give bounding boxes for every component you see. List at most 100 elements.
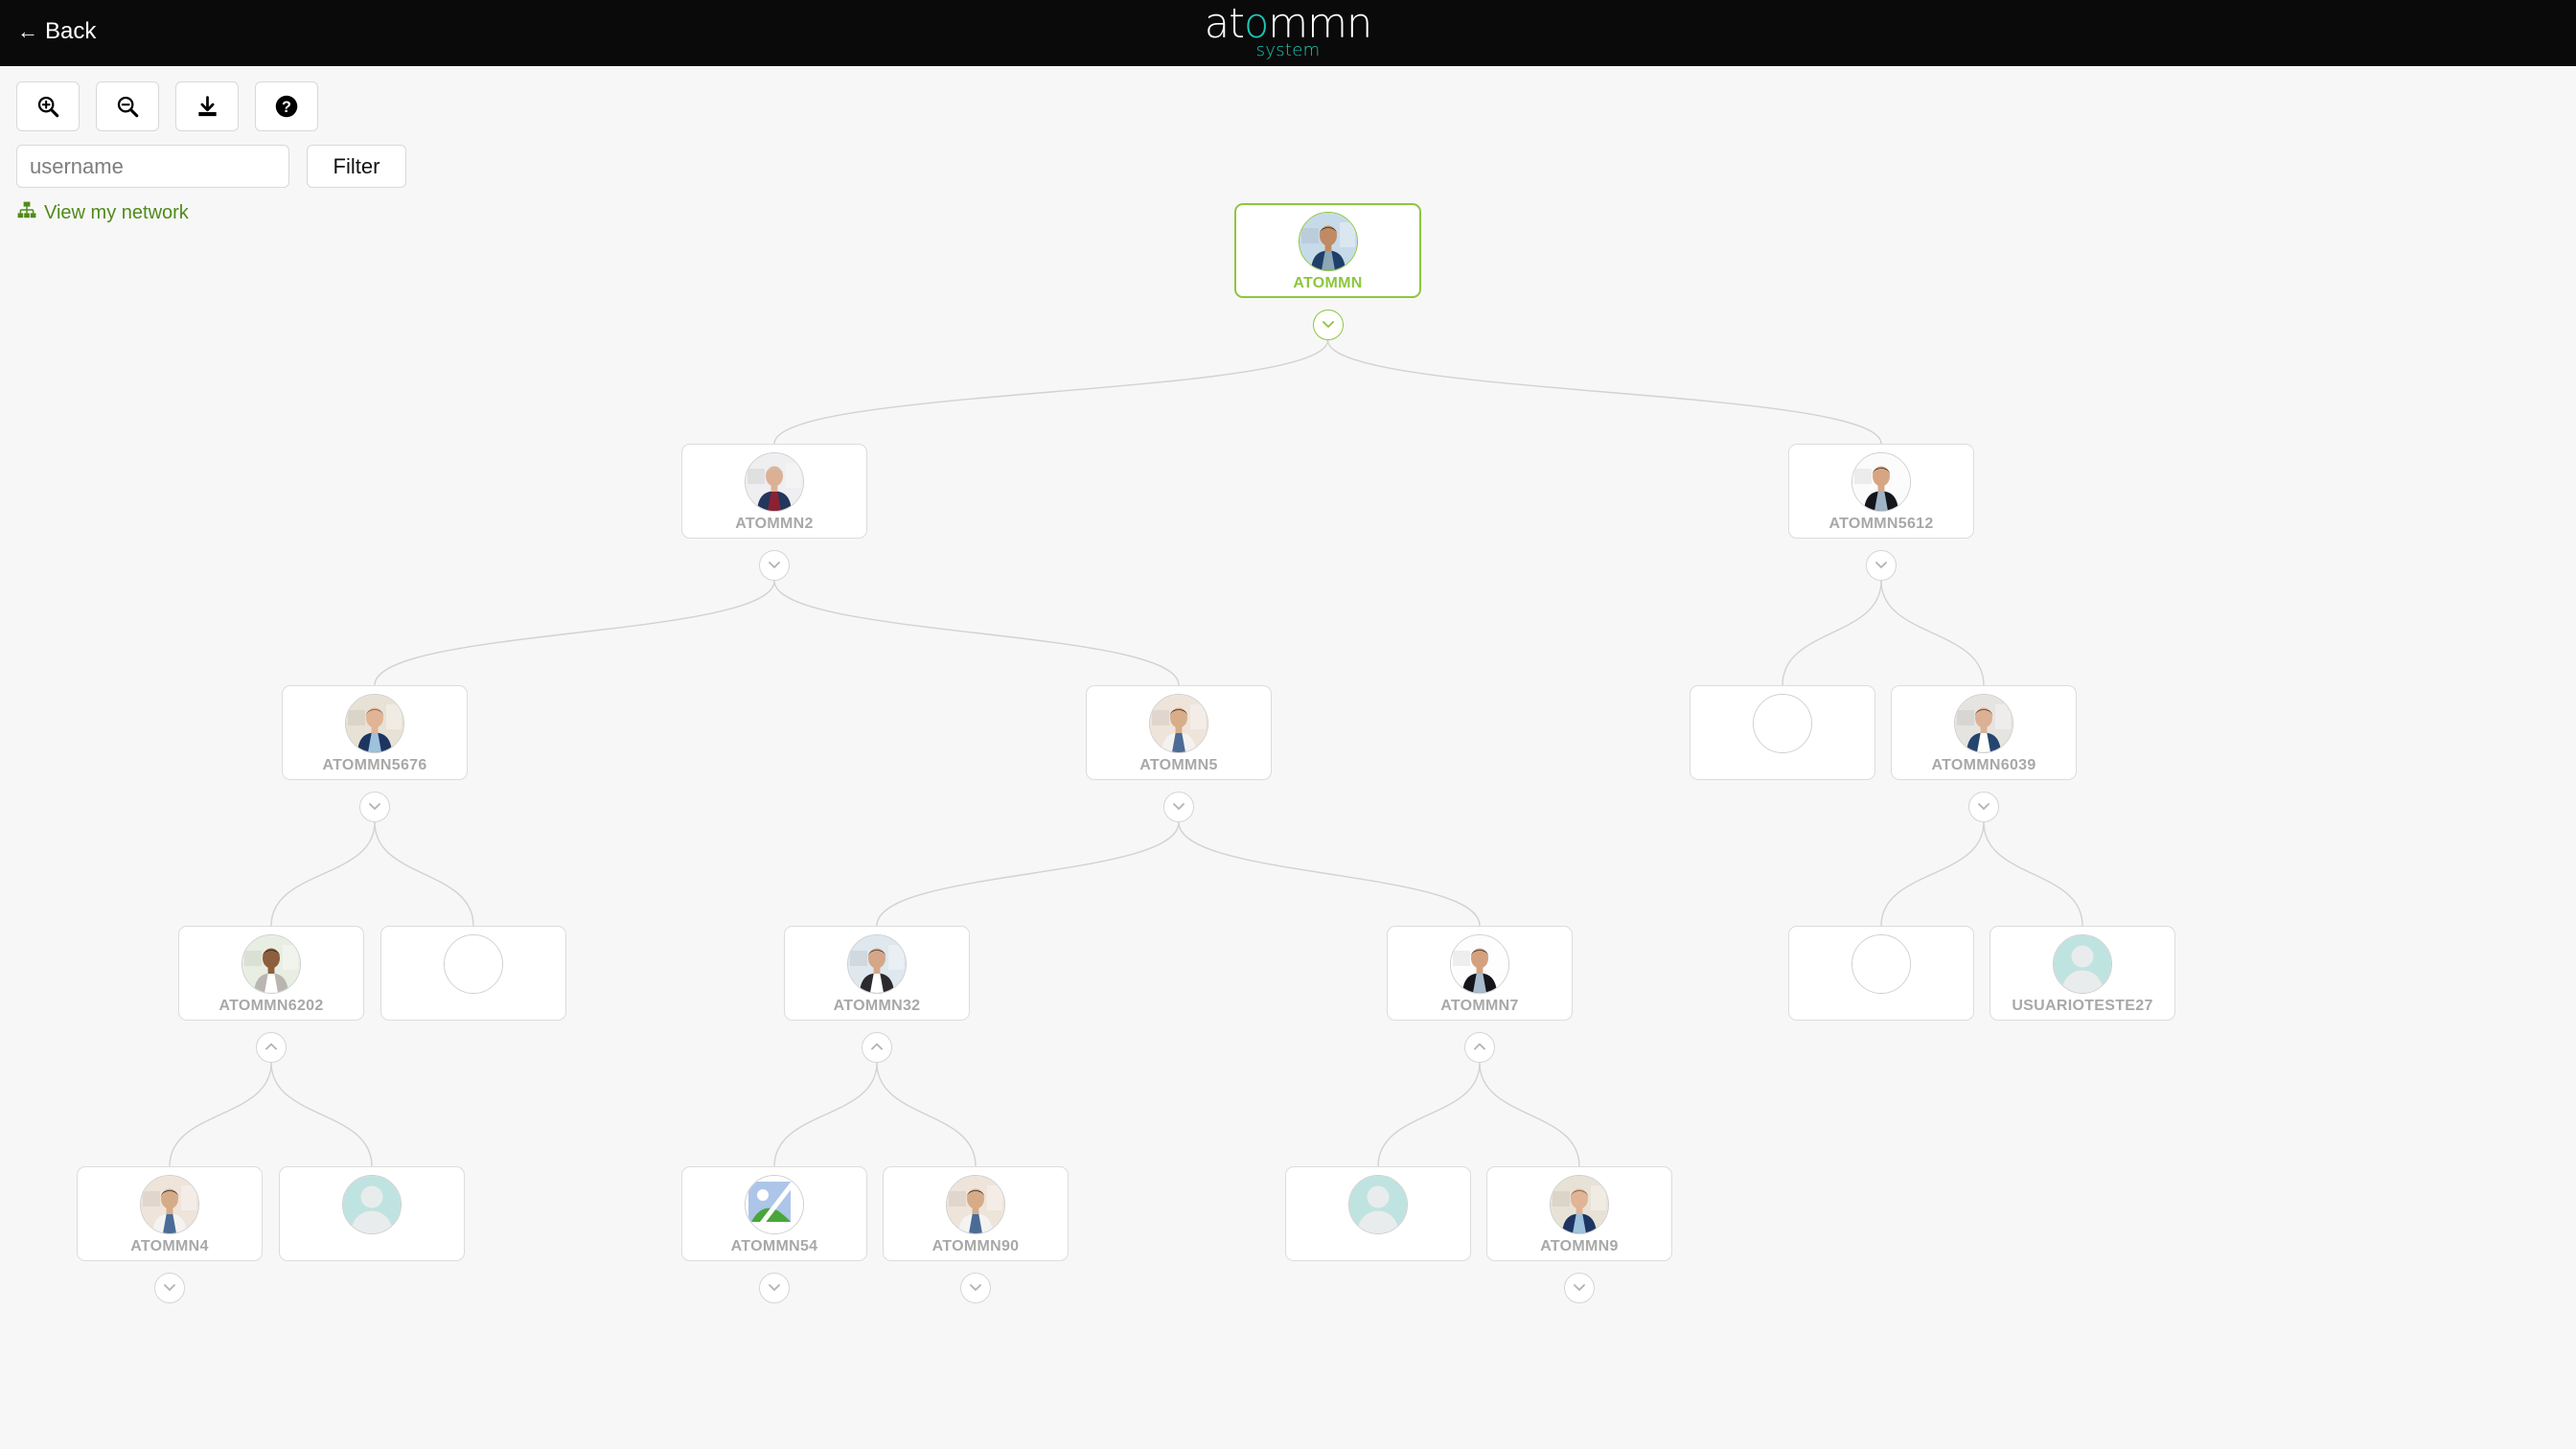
avatar [444,934,503,994]
back-button[interactable]: ← Back [17,18,96,45]
photo-man-gray-suit-image [746,453,803,511]
zoom-in-icon [35,94,60,119]
tree-node-atommn5612[interactable]: ATOMMN5612 [1788,444,1974,539]
zoom-in-button[interactable] [16,81,80,131]
tree-node-label: ATOMMN90 [932,1238,1020,1254]
expand-toggle[interactable] [1564,1273,1595,1303]
tree-node-atommn7[interactable]: ATOMMN7 [1387,926,1573,1021]
photo-team-meeting-image [1955,695,2012,752]
tree-node-empty[interactable] [1690,685,1875,780]
chevron-down-icon [1570,1278,1589,1298]
tree-node-empty[interactable] [380,926,566,1021]
back-label: Back [45,18,97,44]
tree-node-atommn2[interactable]: ATOMMN2 [681,444,867,539]
tree-node-empty[interactable] [1788,926,1974,1021]
app-logo: atommn system [1205,4,1373,59]
tree-connector [1880,821,1985,927]
avatar [1954,694,2013,753]
chevron-down-icon [1319,315,1338,334]
tree-connector [1880,580,1985,686]
avatar [345,694,404,753]
download-button[interactable] [175,81,239,131]
placeholder-person-image [2054,935,2111,993]
expand-toggle[interactable] [960,1273,991,1303]
avatar [847,934,907,994]
tree-node-label: ATOMMN6202 [218,998,324,1014]
tree-connector [169,1062,272,1167]
photo-women-shop-image [141,1176,198,1233]
photo-man-black-suit-image [1451,935,1508,993]
tree-node-atommn32[interactable]: ATOMMN32 [784,926,970,1021]
tree-connector [773,580,1180,686]
expand-toggle[interactable] [359,792,390,822]
username-search-input[interactable] [16,145,289,188]
avatar [1852,934,1911,994]
tree-node-atommn90[interactable]: ATOMMN90 [883,1166,1069,1261]
filter-button[interactable]: Filter [307,145,406,188]
photo-man-office-image [1551,1176,1608,1233]
tree-node-empty[interactable] [1285,1166,1471,1261]
avatar [946,1175,1005,1234]
tree-node-usuarioteste27[interactable]: USUARIOTESTE27 [1990,926,2175,1021]
top-bar: ← Back atommn system [0,0,2576,66]
expand-toggle[interactable] [759,550,790,581]
tree-node-atommn4[interactable]: ATOMMN4 [77,1166,263,1261]
zoom-out-button[interactable] [96,81,159,131]
expand-toggle[interactable] [1866,550,1897,581]
tree-node-atommn5[interactable]: ATOMMN5 [1086,685,1272,780]
chevron-up-icon [1470,1038,1489,1057]
tree-node-label: ATOMMN54 [730,1238,818,1254]
expand-toggle[interactable] [1968,792,1999,822]
tree-node-label: USUARIOTESTE27 [2012,998,2153,1014]
expand-toggle[interactable] [1163,792,1194,822]
chevron-down-icon [765,1278,784,1298]
chevron-down-icon [765,556,784,575]
avatar [342,1175,402,1234]
tree-node-atommn6202[interactable]: ATOMMN6202 [178,926,364,1021]
tree-node-atommn9[interactable]: ATOMMN9 [1486,1166,1672,1261]
tree-node-atommn6039[interactable]: ATOMMN6039 [1891,685,2077,780]
avatar [745,452,804,512]
back-arrow-icon: ← [17,19,38,43]
expand-toggle[interactable] [759,1273,790,1303]
view-my-network-link[interactable]: View my network [0,188,189,224]
avatar [1753,694,1812,753]
view-my-network-label: View my network [44,201,189,223]
tree-node-label: ATOMMN5612 [1828,516,1934,532]
collapse-toggle[interactable] [1464,1032,1495,1063]
chevron-up-icon [262,1038,281,1057]
tree-node-atommn5676[interactable]: ATOMMN5676 [282,685,468,780]
tree-node-label: ATOMMN9 [1540,1238,1619,1254]
tree-connector [1479,1062,1580,1167]
photo-man-beard-suit-image [1299,213,1357,270]
tree-node-atommn54[interactable]: ATOMMN54 [681,1166,867,1261]
tree-connector [876,821,1180,927]
broken-image-image [746,1176,803,1233]
collapse-toggle[interactable] [862,1032,892,1063]
avatar [2053,934,2112,994]
expand-toggle[interactable] [1312,310,1344,340]
tree-node-atommn[interactable]: ATOMMN [1234,203,1421,298]
chevron-down-icon [365,797,384,816]
tree-node-label: ATOMMN5 [1139,757,1218,773]
chevron-down-icon [160,1278,179,1298]
tool-button-row: ? [0,66,728,131]
chevron-down-icon [966,1278,985,1298]
chevron-down-icon [1169,797,1188,816]
collapse-toggle[interactable] [256,1032,287,1063]
photo-women-shop-image [947,1176,1004,1233]
brand-word-pre: at [1204,0,1245,48]
chevron-down-icon [1974,797,1993,816]
chevron-down-icon [1872,556,1891,575]
placeholder-person-image [343,1176,401,1233]
org-tree-canvas[interactable]: ATOMMN ATOMMN2 ATOMMN5612 ATOMMN5676 ATOMMN5… [0,66,2576,1449]
help-button[interactable]: ? [255,81,318,131]
tree-node-label: ATOMMN5676 [322,757,427,773]
photo-man-dark-suit-image [1852,453,1910,511]
avatar [745,1175,804,1234]
download-icon [196,95,219,119]
tree-node-empty[interactable] [279,1166,465,1261]
tree-node-label: ATOMMN32 [833,998,921,1014]
expand-toggle[interactable] [154,1273,185,1303]
tree-connector [374,580,775,686]
